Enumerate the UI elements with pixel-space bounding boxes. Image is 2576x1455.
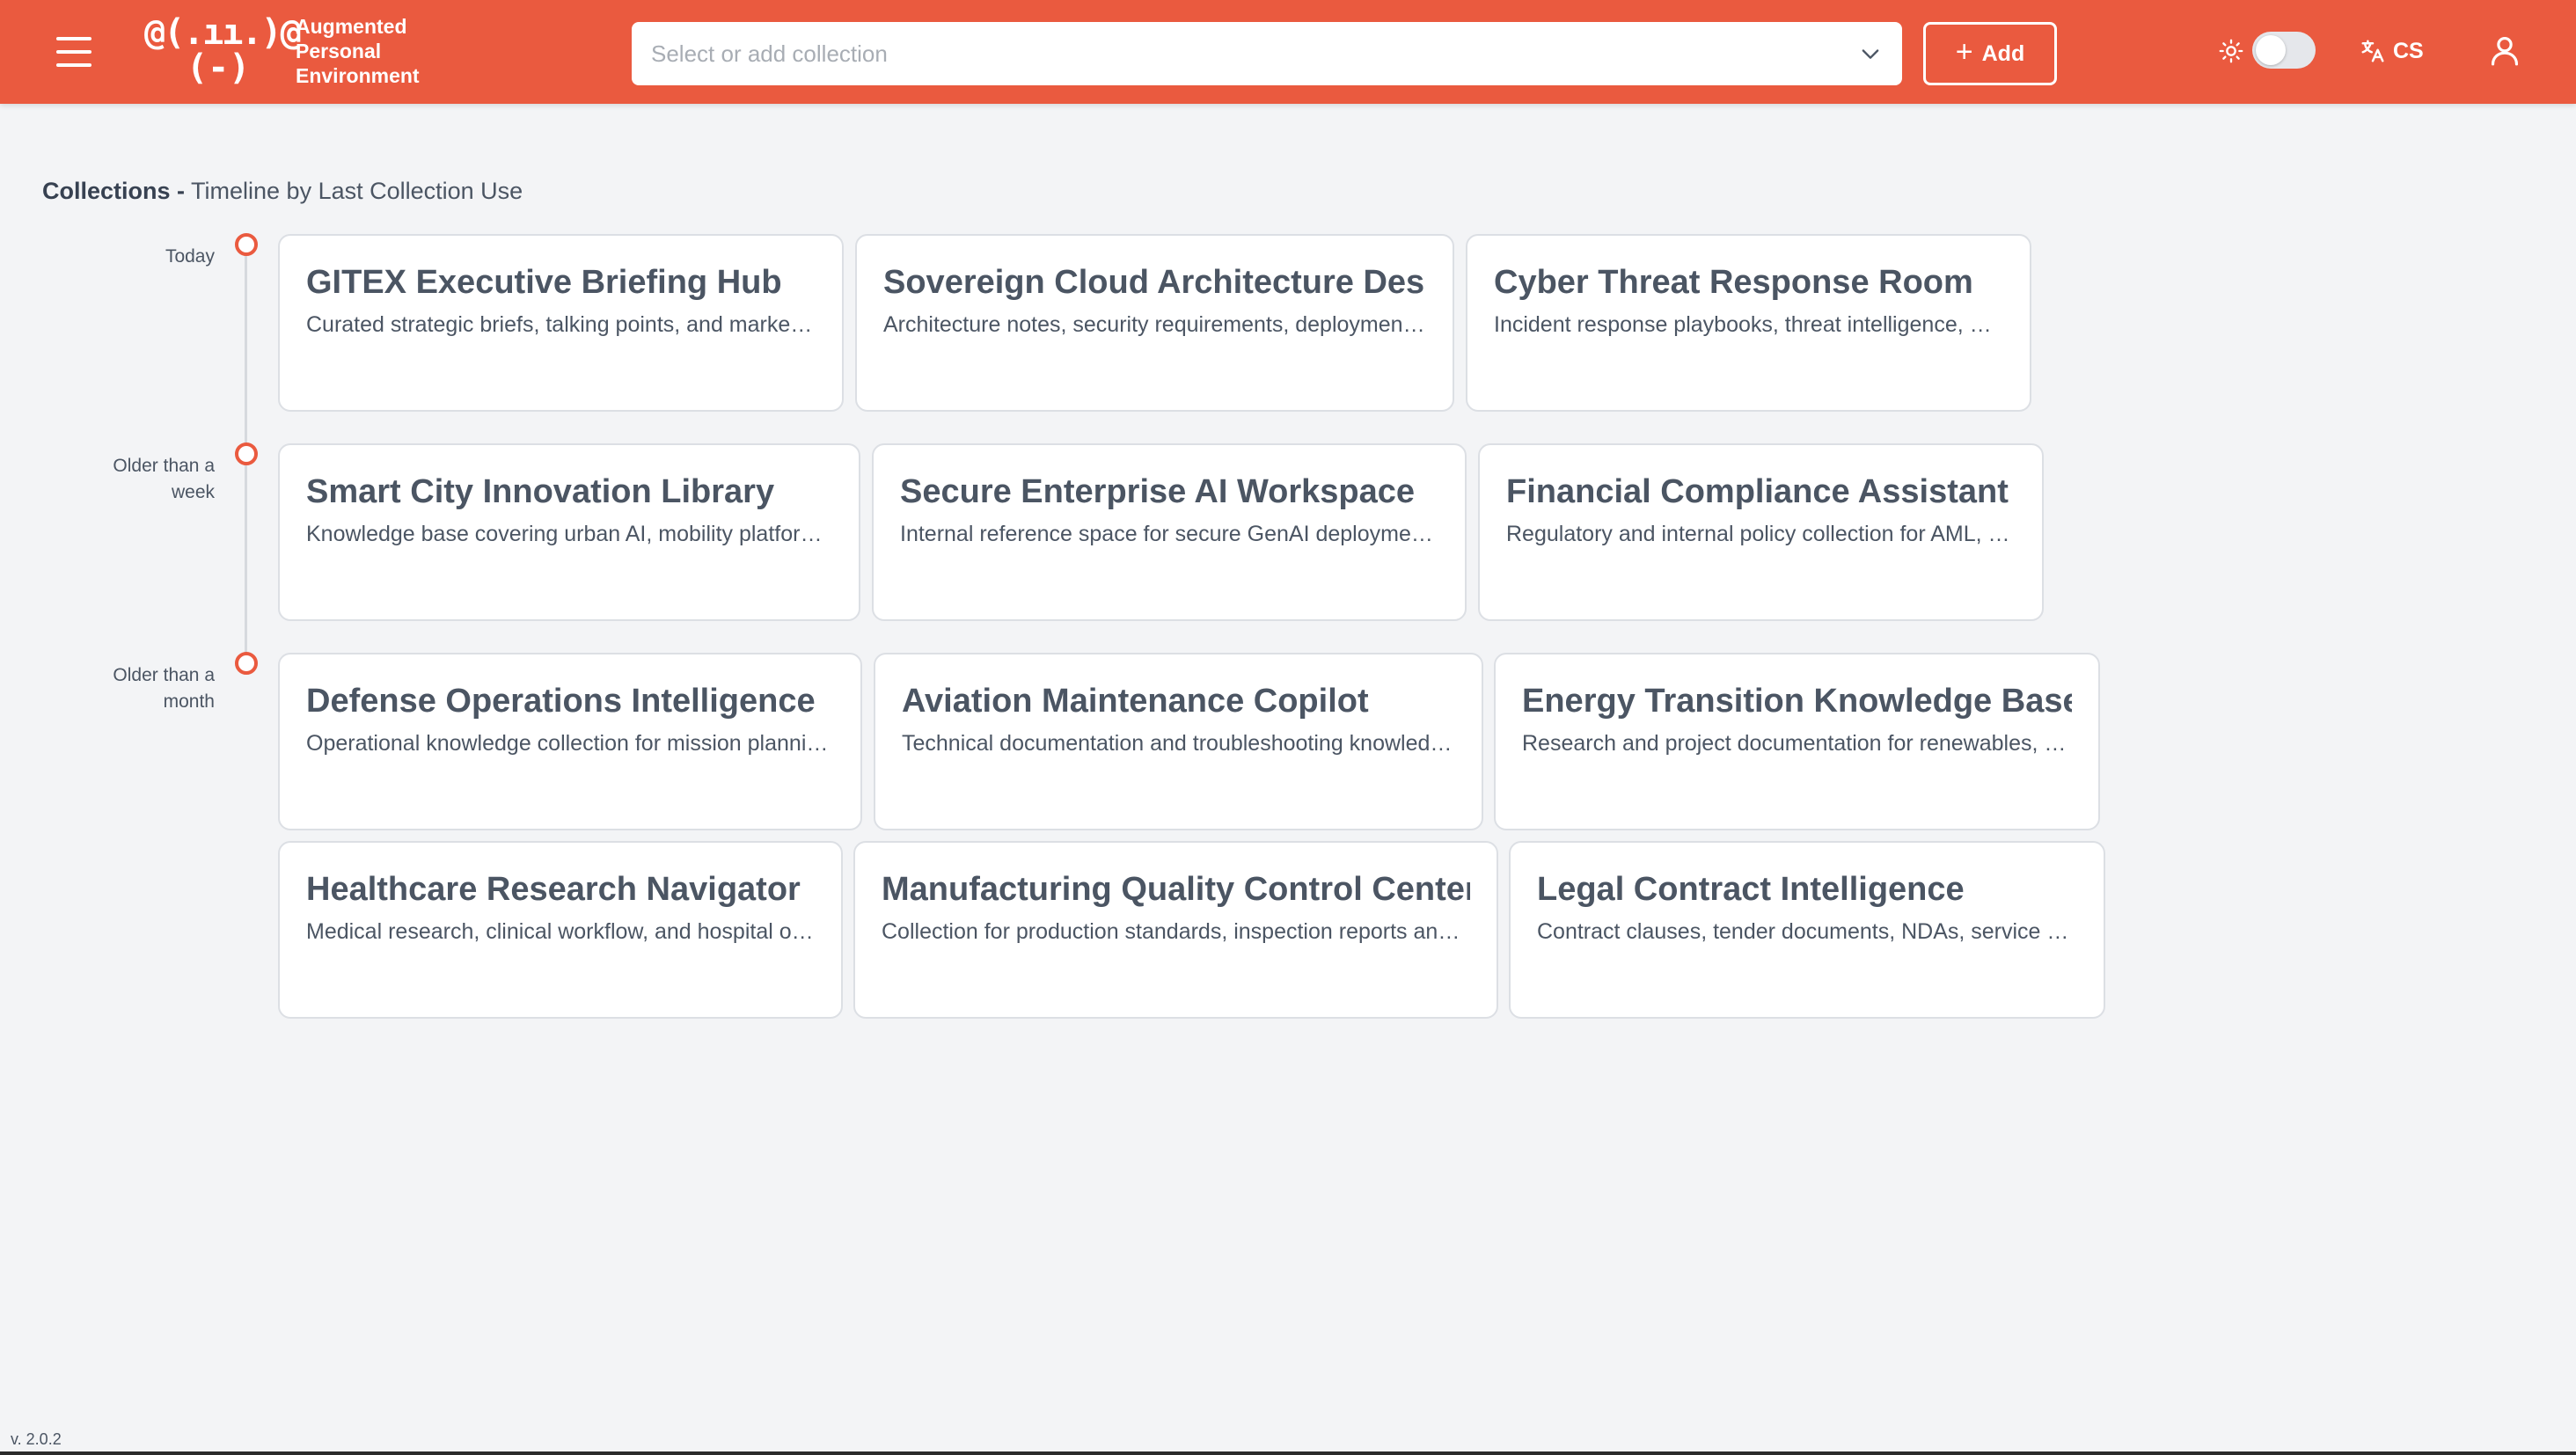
add-collection-button[interactable]: + Add <box>1923 22 2057 85</box>
window-bottom-edge <box>0 1451 2576 1455</box>
collection-description: Knowledge base covering urban AI, mobili… <box>306 522 832 546</box>
collection-description: Research and project documentation for r… <box>1522 731 2072 756</box>
collection-card[interactable]: GITEX Executive Briefing Hub Curated str… <box>278 234 844 412</box>
page-title-bold: Collections - <box>42 178 186 204</box>
collection-description: Collection for production standards, ins… <box>882 919 1470 944</box>
collection-card[interactable]: Smart City Innovation Library Knowledge … <box>278 443 860 621</box>
timeline-marker <box>235 652 258 675</box>
collection-card[interactable]: Defense Operations Intelligence Operatio… <box>278 653 862 830</box>
language-switcher[interactable]: CS <box>2360 33 2424 69</box>
brand-line: Personal <box>296 40 382 62</box>
collection-description: Internal reference space for secure GenA… <box>900 522 1438 546</box>
collection-description: Curated strategic briefs, talking points… <box>306 312 816 337</box>
collection-title: Aviation Maintenance Copilot <box>902 683 1369 720</box>
app-version: v. 2.0.2 <box>11 1430 62 1448</box>
timeline-label-week: Older than a week <box>39 453 215 506</box>
collection-title: Sovereign Cloud Architecture Desk <box>883 264 1426 301</box>
app-logo[interactable]: @(.ıı.)@ (-) <box>144 12 302 88</box>
collection-title: Legal Contract Intelligence <box>1537 871 1965 908</box>
collection-title: Cyber Threat Response Room <box>1494 264 1973 301</box>
timeline-label-line: week <box>171 482 215 502</box>
timeline-marker <box>235 442 258 465</box>
collection-title: Healthcare Research Navigator <box>306 871 801 908</box>
theme-toggle[interactable] <box>2252 32 2316 69</box>
brand-line: Environment <box>296 64 420 87</box>
language-code: CS <box>2393 38 2424 63</box>
collection-select-placeholder: Select or add collection <box>651 40 888 67</box>
user-icon[interactable] <box>2488 33 2521 67</box>
collection-card[interactable]: Aviation Maintenance Copilot Technical d… <box>874 653 1483 830</box>
collection-card[interactable]: Energy Transition Knowledge Base Researc… <box>1494 653 2100 830</box>
top-bar: @(.ıı.)@ (-) Augmented Personal Environm… <box>0 0 2576 104</box>
collection-description: Medical research, clinical workflow, and… <box>306 919 815 944</box>
collection-title: Manufacturing Quality Control Center <box>882 871 1470 908</box>
brand-name: Augmented Personal Environment <box>296 14 472 88</box>
hamburger-menu-icon[interactable] <box>56 37 91 67</box>
menu-line <box>56 50 91 54</box>
timeline-marker <box>235 233 258 256</box>
collection-title: Defense Operations Intelligence <box>306 683 816 720</box>
plus-icon: + <box>1955 35 1973 69</box>
collection-card[interactable]: Secure Enterprise AI Workspace Internal … <box>872 443 1467 621</box>
collection-card[interactable]: Sovereign Cloud Architecture Desk Archit… <box>855 234 1454 412</box>
brand-line: Augmented <box>296 15 407 38</box>
chevron-down-icon <box>1862 49 1879 59</box>
collection-description: Incident response playbooks, threat inte… <box>1494 312 2003 337</box>
translate-icon <box>2361 40 2384 62</box>
collection-description: Operational knowledge collection for mis… <box>306 731 834 756</box>
page-title-subtitle: Timeline by Last Collection Use <box>185 178 523 204</box>
timeline-label-line: month <box>163 691 215 712</box>
collection-title: Smart City Innovation Library <box>306 473 775 510</box>
timeline-label-month: Older than a month <box>39 662 215 715</box>
collection-card[interactable]: Healthcare Research Navigator Medical re… <box>278 841 843 1019</box>
collection-title: GITEX Executive Briefing Hub <box>306 264 782 301</box>
collection-description: Regulatory and internal policy collectio… <box>1506 522 2016 546</box>
page-title: Collections - Timeline by Last Collectio… <box>42 178 523 205</box>
timeline-label-today: Today <box>39 244 215 270</box>
collection-description: Contract clauses, tender documents, NDAs… <box>1537 919 2077 944</box>
collection-card[interactable]: Manufacturing Quality Control Center Col… <box>853 841 1498 1019</box>
toggle-knob <box>2256 35 2286 65</box>
collection-card[interactable]: Financial Compliance Assistant Regulator… <box>1478 443 2044 621</box>
collection-title: Energy Transition Knowledge Base <box>1522 683 2072 720</box>
sun-icon <box>2219 39 2243 63</box>
logo-line-2: (-) <box>187 48 251 88</box>
collection-select[interactable]: Select or add collection <box>632 22 1902 85</box>
menu-line <box>56 37 91 40</box>
timeline-label-line: Older than a <box>113 456 215 476</box>
timeline-label-line: Today <box>165 246 215 267</box>
add-button-label: Add <box>1981 40 2025 66</box>
collection-description: Technical documentation and troubleshoot… <box>902 731 1455 756</box>
collection-title: Financial Compliance Assistant <box>1506 473 2009 510</box>
collection-description: Architecture notes, security requirement… <box>883 312 1426 337</box>
menu-line <box>56 63 91 67</box>
collection-title: Secure Enterprise AI Workspace <box>900 473 1416 510</box>
timeline-label-line: Older than a <box>113 665 215 685</box>
collection-card[interactable]: Legal Contract Intelligence Contract cla… <box>1509 841 2105 1019</box>
collection-card[interactable]: Cyber Threat Response Room Incident resp… <box>1466 234 2031 412</box>
